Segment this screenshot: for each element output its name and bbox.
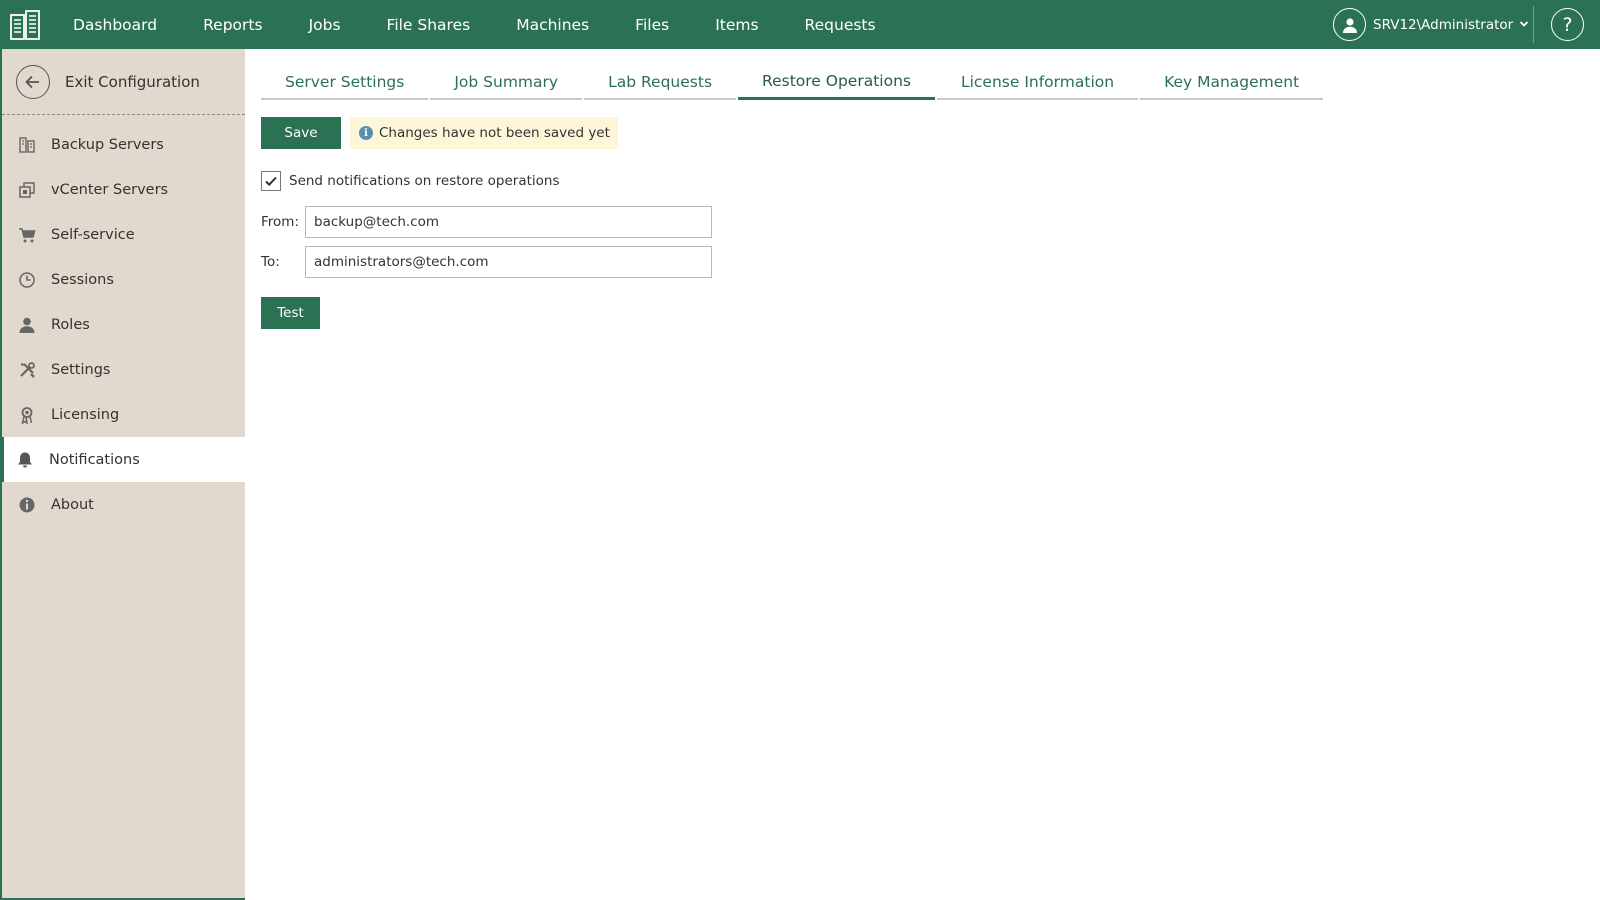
license-icon	[18, 406, 36, 424]
send-notifications-checkbox[interactable]	[261, 171, 281, 191]
app-logo-icon[interactable]	[0, 0, 50, 49]
user-avatar-icon	[1333, 8, 1366, 41]
help-button[interactable]: ?	[1551, 8, 1584, 41]
sidebar-item-label: Self-service	[51, 226, 135, 243]
tools-icon	[18, 361, 36, 379]
tab-restore-operations[interactable]: Restore Operations	[738, 65, 935, 100]
sidebar-item-label: Settings	[51, 361, 111, 378]
nav-dashboard[interactable]: Dashboard	[50, 0, 180, 49]
sidebar-item-label: About	[51, 496, 94, 513]
top-bar: Dashboard Reports Jobs File Shares Machi…	[0, 0, 1600, 49]
sidebar-item-label: Licensing	[51, 406, 120, 423]
user-name: SRV12\Administrator	[1373, 16, 1514, 33]
tab-job-summary[interactable]: Job Summary	[430, 65, 583, 100]
checkmark-icon	[265, 176, 277, 187]
sidebar-item-about[interactable]: About	[2, 482, 245, 527]
from-email-field[interactable]	[305, 206, 712, 238]
sidebar-item-label: vCenter Servers	[51, 181, 169, 198]
sidebar-item-label: Notifications	[49, 451, 140, 468]
sidebar-item-notifications[interactable]: Notifications	[0, 437, 246, 482]
to-email-field[interactable]	[305, 246, 712, 278]
config-sidebar: Exit Configuration Backup Servers vCente…	[0, 49, 246, 900]
vcenter-icon	[18, 181, 36, 199]
nav-reports[interactable]: Reports	[180, 0, 285, 49]
sidebar-item-label: Roles	[51, 316, 90, 333]
sidebar-item-backup-servers[interactable]: Backup Servers	[2, 122, 245, 167]
person-icon	[18, 316, 36, 334]
nav-requests[interactable]: Requests	[782, 0, 899, 49]
form-toolbar: Save i Changes have not been saved yet	[261, 117, 1591, 149]
sidebar-item-roles[interactable]: Roles	[2, 302, 245, 347]
from-row: From:	[261, 206, 1591, 238]
send-notifications-label: Send notifications on restore operations	[289, 173, 560, 189]
back-arrow-icon	[16, 64, 50, 99]
notification-tabs: Server Settings Job Summary Lab Requests…	[261, 65, 1591, 117]
nav-files[interactable]: Files	[612, 0, 692, 49]
tab-license-information[interactable]: License Information	[936, 65, 1139, 100]
nav-file-shares[interactable]: File Shares	[364, 0, 494, 49]
sidebar-item-settings[interactable]: Settings	[2, 347, 245, 392]
exit-configuration-button[interactable]: Exit Configuration	[2, 49, 245, 115]
main-content: Server Settings Job Summary Lab Requests…	[261, 49, 1591, 329]
nav-jobs[interactable]: Jobs	[286, 0, 364, 49]
to-label: To:	[261, 254, 280, 270]
sidebar-item-self-service[interactable]: Self-service	[2, 212, 245, 257]
exit-configuration-label: Exit Configuration	[65, 72, 200, 91]
clock-icon	[18, 271, 36, 289]
from-label: From:	[261, 214, 299, 230]
sidebar-item-sessions[interactable]: Sessions	[2, 257, 245, 302]
test-button[interactable]: Test	[261, 297, 320, 329]
save-button[interactable]: Save	[261, 117, 341, 149]
bell-icon	[16, 451, 34, 469]
unsaved-changes-notice: i Changes have not been saved yet	[350, 117, 618, 149]
unsaved-changes-text: Changes have not been saved yet	[379, 125, 610, 141]
main-nav: Dashboard Reports Jobs File Shares Machi…	[50, 0, 899, 49]
chevron-down-icon	[1519, 17, 1529, 33]
info-icon: i	[359, 126, 373, 140]
sidebar-item-label: Sessions	[51, 271, 114, 288]
user-menu[interactable]: SRV12\Administrator	[1333, 0, 1529, 49]
nav-machines[interactable]: Machines	[493, 0, 612, 49]
cart-icon	[18, 226, 36, 244]
top-divider	[1533, 6, 1534, 43]
to-row: To:	[261, 246, 1591, 278]
sidebar-item-label: Backup Servers	[51, 136, 164, 153]
sidebar-menu: Backup Servers vCenter Servers Self-serv…	[0, 122, 246, 527]
nav-items[interactable]: Items	[692, 0, 781, 49]
tab-key-management[interactable]: Key Management	[1140, 65, 1324, 100]
sidebar-item-vcenter-servers[interactable]: vCenter Servers	[2, 167, 245, 212]
send-notifications-row: Send notifications on restore operations	[261, 170, 1591, 192]
info-icon	[18, 496, 36, 514]
backup-servers-icon	[18, 136, 36, 154]
tab-server-settings[interactable]: Server Settings	[261, 65, 429, 100]
sidebar-item-licensing[interactable]: Licensing	[2, 392, 245, 437]
tab-lab-requests[interactable]: Lab Requests	[584, 65, 737, 100]
